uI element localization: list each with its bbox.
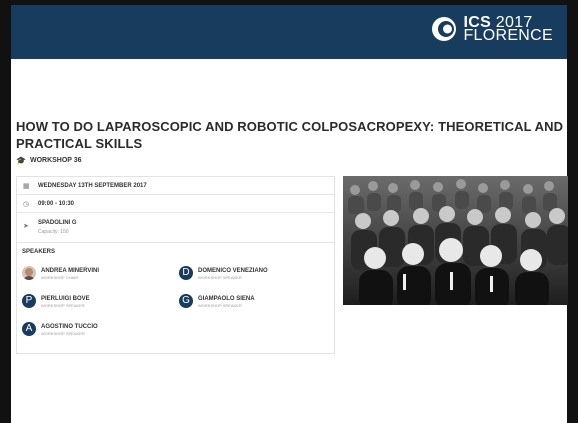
session-title: HOW TO DO LAPAROSCOPIC AND ROBOTIC COLPO… <box>16 119 564 151</box>
audience-photo-image <box>343 176 568 305</box>
room-text[interactable]: SPADOLINI G <box>38 220 77 226</box>
speaker-item[interactable]: A AGOSTINO TUCCIO WORKSHOP SPEAKER <box>22 322 98 337</box>
date-text: WEDNESDAY 13TH SEPTEMBER 2017 <box>38 183 147 189</box>
speaker-role: WORKSHOP SPEAKER <box>41 303 85 308</box>
room-row: ➤ SPADOLINI G Capacity: 150 <box>17 213 334 243</box>
time-row: ◷ 09:00 - 10:30 <box>17 195 334 213</box>
avatar: D <box>179 266 193 280</box>
avatar: A <box>22 322 36 336</box>
avatar <box>22 266 36 280</box>
speaker-name[interactable]: GIAMPAOLO SIENA <box>198 296 255 303</box>
speaker-name[interactable]: DOMENICO VENEZIANO <box>198 268 268 275</box>
speaker-item[interactable]: D DOMENICO VENEZIANO WORKSHOP SPEAKER <box>179 266 268 281</box>
workshop-label-text: WORKSHOP 36 <box>29 157 82 164</box>
ics-logo[interactable]: ICS 2017 FLORENCE <box>431 15 553 44</box>
mortarboard-icon: 🎓 <box>16 156 26 165</box>
ics-logo-icon <box>432 17 457 41</box>
avatar: P <box>22 294 36 308</box>
speaker-role: WORKSHOP SPEAKER <box>198 303 242 308</box>
speaker-name[interactable]: ANDREA MINERVINI <box>41 268 99 275</box>
speaker-role: WORKSHOP CHAIR <box>41 275 79 280</box>
date-row: ▦ WEDNESDAY 13TH SEPTEMBER 2017 <box>17 177 334 195</box>
avatar: G <box>179 294 193 308</box>
speaker-name[interactable]: AGOSTINO TUCCIO <box>41 324 98 331</box>
speaker-item[interactable]: G GIAMPAOLO SIENA WORKSHOP SPEAKER <box>179 294 255 309</box>
workshop-label: 🎓 WORKSHOP 36 <box>16 156 82 165</box>
clock-icon: ◷ <box>23 201 30 208</box>
audience-photo <box>343 176 568 305</box>
speaker-item[interactable]: ANDREA MINERVINI WORKSHOP CHAIR <box>22 266 99 281</box>
calendar-icon: ▦ <box>23 183 30 190</box>
session-details-card: ▦ WEDNESDAY 13TH SEPTEMBER 2017 ◷ 09:00 … <box>16 176 335 354</box>
speakers-heading: SPEAKERS <box>22 249 56 255</box>
speaker-name[interactable]: PIERLUIGI BOVE <box>41 296 90 303</box>
location-arrow-icon: ➤ <box>23 223 29 230</box>
speaker-item[interactable]: P PIERLUIGI BOVE WORKSHOP SPEAKER <box>22 294 90 309</box>
header-bar: ICS 2017 FLORENCE <box>11 5 567 59</box>
logo-city-text: FLORENCE <box>463 27 553 44</box>
speaker-role: WORKSHOP SPEAKER <box>198 275 242 280</box>
speaker-role: WORKSHOP SPEAKER <box>41 331 85 336</box>
capacity-text: Capacity: 150 <box>38 229 69 235</box>
time-text: 09:00 - 10:30 <box>38 201 75 207</box>
